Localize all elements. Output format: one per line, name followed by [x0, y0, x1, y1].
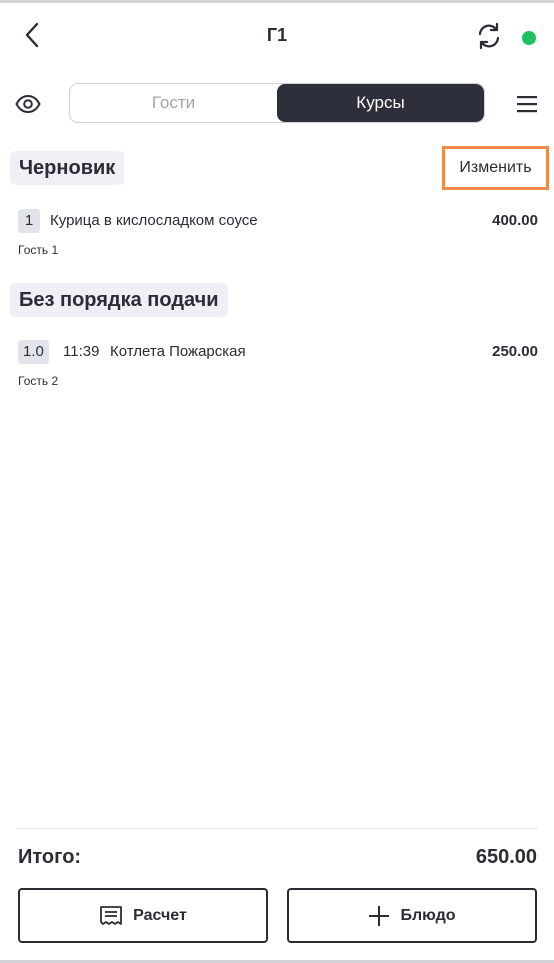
course-badge: 1 — [18, 209, 40, 233]
tab-courses[interactable]: Курсы — [277, 84, 484, 122]
app-header: Г1 — [0, 3, 554, 67]
total-value: 650.00 — [475, 846, 537, 868]
order-time: 11:39 — [63, 343, 100, 360]
receipt-icon — [99, 905, 123, 927]
edit-button[interactable]: Изменить — [442, 146, 549, 190]
pay-button-label: Расчет — [133, 906, 187, 924]
hamburger-menu-icon — [516, 95, 538, 113]
section-title-draft: Черновик — [10, 151, 125, 185]
dish-price: 400.00 — [492, 212, 538, 229]
view-tabs: Гости Курсы — [69, 83, 485, 123]
plus-icon — [368, 905, 390, 927]
order-item-row[interactable]: 1.0 11:39 Котлета Пожарская 250.00 — [18, 340, 538, 366]
dish-name: Котлета Пожарская — [110, 343, 246, 360]
course-badge: 1.0 — [18, 340, 49, 364]
tab-guests[interactable]: Гости — [70, 84, 277, 122]
dish-name: Курица в кислосладком соусе — [50, 212, 258, 229]
view-switch-row: Гости Курсы — [0, 82, 554, 126]
pay-button[interactable]: Расчет — [18, 888, 268, 943]
online-status-dot — [522, 31, 536, 45]
footer-divider — [18, 828, 538, 829]
total-label: Итого: — [18, 846, 82, 868]
order-item-row[interactable]: 1 Курица в кислосладком соусе 400.00 — [18, 209, 538, 235]
section-title-unordered: Без порядка подачи — [10, 283, 228, 317]
eye-icon — [15, 95, 41, 113]
guest-label: Гость 1 — [18, 243, 59, 257]
sync-icon — [475, 22, 503, 50]
visibility-button[interactable] — [12, 86, 44, 122]
sync-button[interactable] — [470, 17, 508, 55]
dish-price: 250.00 — [492, 343, 538, 360]
guest-label: Гость 2 — [18, 374, 59, 388]
add-dish-button[interactable]: Блюдо — [287, 888, 537, 943]
menu-button[interactable] — [512, 88, 542, 120]
add-dish-button-label: Блюдо — [400, 906, 456, 924]
